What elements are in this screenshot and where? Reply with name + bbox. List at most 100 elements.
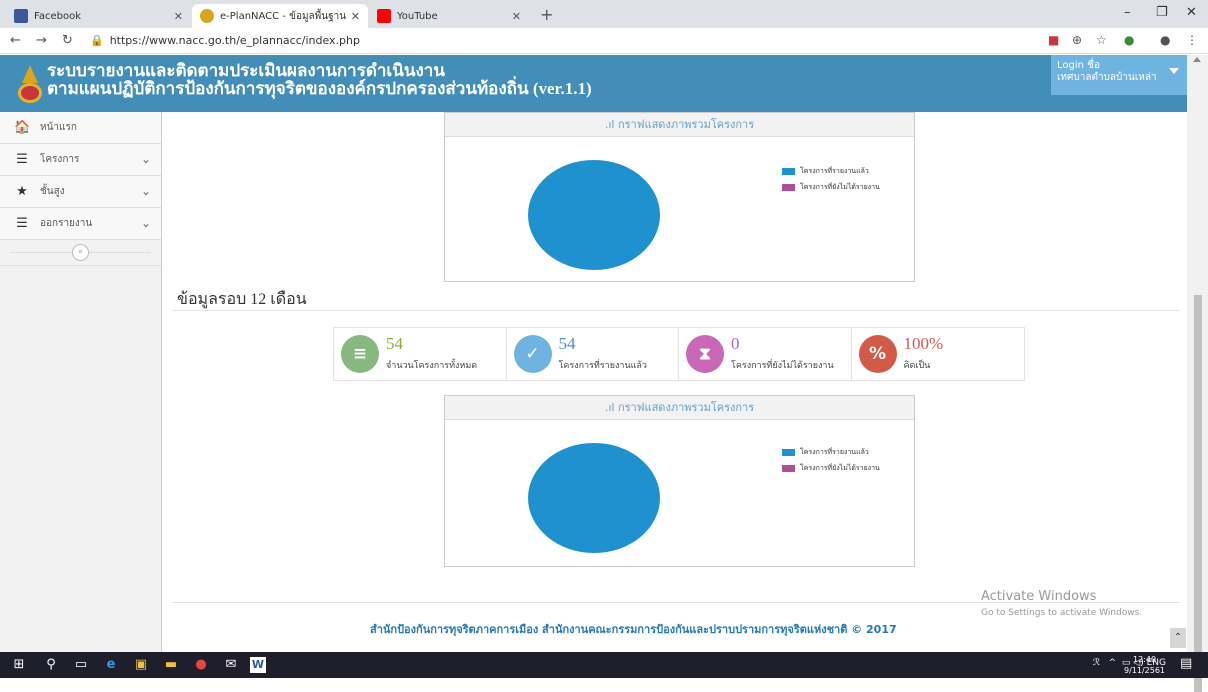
legend-item: โครงการที่ยังไม่ได้รายงาน (782, 460, 880, 476)
stat-value: 0 (731, 334, 740, 353)
legend-label: โครงการที่รายงานแล้ว (800, 447, 869, 456)
stat-value: 54 (558, 334, 576, 353)
sidebar-collapse-button[interactable]: « (72, 244, 89, 261)
minimize-icon[interactable]: – (1124, 5, 1131, 20)
reload-icon[interactable]: ↻ (62, 33, 73, 48)
stat-unreported-projects: ⧗ 0 โครงการที่ยังไม่ได้รายงาน (679, 328, 852, 380)
lock-icon: 🔒 (90, 34, 104, 47)
site-title-line1: ระบบรายงานและติดตามประเมินผลงานการดำเนิน… (47, 61, 445, 80)
site-title: ระบบรายงานและติดตามประเมินผลงานการดำเนิน… (47, 62, 592, 98)
forward-icon[interactable]: → (36, 33, 47, 48)
sidebar-item-home[interactable]: 🏠 หน้าแรก (0, 112, 161, 144)
clock-date: 9/11/2561 (1124, 666, 1166, 675)
stat-label: จำนวนโครงการทั้งหมด (386, 361, 478, 371)
sidebar-item-reports[interactable]: ☰ ออกรายงาน ⌄ (0, 208, 161, 240)
list-icon: ☰ (16, 216, 28, 231)
section-title: ข้อมูลรอบ 12 เดือน (177, 291, 307, 308)
watermark-line2: Go to Settings to activate Windows. (981, 608, 1143, 618)
stat-value: 54 (386, 334, 403, 353)
legend-swatch (782, 464, 795, 472)
caret-down-icon (1169, 68, 1179, 74)
scroll-thumb[interactable] (1194, 295, 1202, 692)
chevron-down-icon: ⌄ (140, 152, 151, 166)
extension-icon[interactable]: ■ (1048, 33, 1059, 47)
scroll-up-icon[interactable] (1193, 57, 1201, 62)
close-window-icon[interactable]: ✕ (1186, 5, 1197, 20)
sidebar-collapse: « (0, 240, 161, 266)
chart-widget-1: .ıl กราฟแสดงภาพรวมโครงการ โครงการที่รายง… (444, 112, 915, 282)
percent-icon: % (858, 335, 897, 373)
back-icon[interactable]: ← (10, 33, 21, 48)
taskbar-clock[interactable]: 12:40 9/11/2561 (1124, 654, 1165, 676)
url-input[interactable]: 🔒 https://www.nacc.go.th/e_plannacc/index… (90, 31, 1020, 51)
close-tab-icon[interactable]: ✕ (351, 10, 360, 23)
footer-divider (172, 602, 1180, 603)
chrome-icon[interactable]: ● (190, 655, 212, 675)
word-icon[interactable]: W (250, 657, 266, 673)
new-tab-button[interactable]: + (540, 5, 553, 24)
notifications-icon[interactable]: ▤ (1180, 656, 1192, 671)
sidebar-item-advanced[interactable]: ★ ชั้นสูง ⌄ (0, 176, 161, 208)
maximize-icon[interactable]: ❐ (1156, 5, 1168, 20)
sidebar-item-projects[interactable]: ☰ โครงการ ⌄ (0, 144, 161, 176)
check-icon: ✓ (513, 335, 552, 373)
scroll-to-top-button[interactable]: ⌃ (1170, 628, 1186, 648)
url-text: https://www.nacc.go.th/e_plannacc/index.… (109, 34, 360, 47)
edge-icon[interactable]: e (100, 655, 122, 675)
legend-item: โครงการที่รายงานแล้ว (782, 444, 880, 460)
user-menu-button[interactable]: Login ชื่อ เทศบาลตำบลบ้านเหล่า (1051, 55, 1187, 95)
store-icon[interactable]: ▣ (130, 655, 152, 675)
legend-swatch (782, 448, 795, 456)
page-scrollbar[interactable] (1187, 55, 1208, 692)
people-icon[interactable]: ℛ (1093, 658, 1100, 668)
sidebar-item-label: ชั้นสูง (40, 186, 65, 197)
tab-youtube[interactable]: YouTube ✕ (369, 4, 529, 28)
tab-title: e-PlanNACC - ข้อมูลพื้นฐาน (220, 10, 347, 22)
stat-reported-projects: ✓ 54 โครงการที่รายงานแล้ว (507, 328, 679, 380)
menu-icon[interactable]: ⋮ (1186, 33, 1198, 47)
legend-swatch (782, 183, 795, 191)
bar-chart-icon: .ıl (604, 118, 618, 131)
chart-widget-2: .ıl กราฟแสดงภาพรวมโครงการ โครงการที่รายง… (444, 395, 915, 567)
close-tab-icon[interactable]: ✕ (174, 10, 183, 23)
sidebar-item-label: หน้าแรก (40, 122, 77, 133)
database-icon: ≡ (341, 335, 379, 373)
stat-value: 100% (903, 334, 944, 353)
tab-eplannacc[interactable]: e-PlanNACC - ข้อมูลพื้นฐาน ✕ (192, 4, 368, 28)
file-explorer-icon[interactable]: ▬ (160, 655, 182, 675)
stat-label: โครงการที่ยังไม่ได้รายงาน (731, 361, 834, 371)
section-divider (172, 310, 1180, 311)
nacc-logo (18, 65, 42, 103)
chevron-down-icon: ⌄ (140, 184, 151, 198)
stat-label: คิดเป็น (903, 361, 931, 371)
nacc-logo-icon (200, 9, 214, 23)
facebook-icon (14, 9, 28, 23)
extension-globe-icon[interactable]: ● (1124, 33, 1134, 47)
windows-taskbar: ⊞ ⚲ ▭ e ▣ ▬ ● ✉ W ℛ ^ ▭ ◁) ENG 12:40 9/1… (0, 652, 1208, 678)
legend-label: โครงการที่รายงานแล้ว (800, 166, 869, 175)
login-username: เทศบาลตำบลบ้านเหล่า (1057, 72, 1157, 83)
search-icon[interactable]: ⚲ (40, 655, 62, 675)
legend-label: โครงการที่ยังไม่ได้รายงาน (800, 463, 880, 472)
chevron-up-icon[interactable]: ^ (1109, 658, 1117, 668)
stat-label: โครงการที่รายงานแล้ว (558, 361, 647, 371)
zoom-icon[interactable]: ⊕ (1072, 33, 1082, 47)
login-label: Login ชื่อ (1057, 60, 1100, 71)
tab-title: YouTube (397, 10, 438, 22)
site-title-line2: ตามแผนปฏิบัติการป้องกันการทุจริตขององค์ก… (47, 79, 592, 98)
close-tab-icon[interactable]: ✕ (512, 10, 521, 23)
bar-chart-icon: .ıl (604, 401, 618, 414)
legend-swatch (782, 167, 795, 175)
bookmark-star-icon[interactable]: ☆ (1096, 33, 1107, 47)
sidebar-item-label: โครงการ (40, 154, 80, 165)
tab-facebook[interactable]: Facebook ✕ (6, 4, 191, 28)
profile-avatar[interactable]: ● (1160, 33, 1170, 47)
footer-text: สำนักป้องกันการทุจริตภาคการเมือง สำนักงา… (370, 623, 897, 636)
pie-slice-reported (528, 443, 660, 553)
mail-icon[interactable]: ✉ (220, 655, 242, 675)
windows-start-icon[interactable]: ⊞ (8, 655, 30, 675)
stats-row: ≡ 54 จำนวนโครงการทั้งหมด ✓ 54 โครงการที่… (333, 327, 1025, 381)
task-view-icon[interactable]: ▭ (70, 655, 92, 675)
list-icon: ☰ (16, 152, 28, 167)
legend-item: โครงการที่รายงานแล้ว (782, 163, 880, 179)
